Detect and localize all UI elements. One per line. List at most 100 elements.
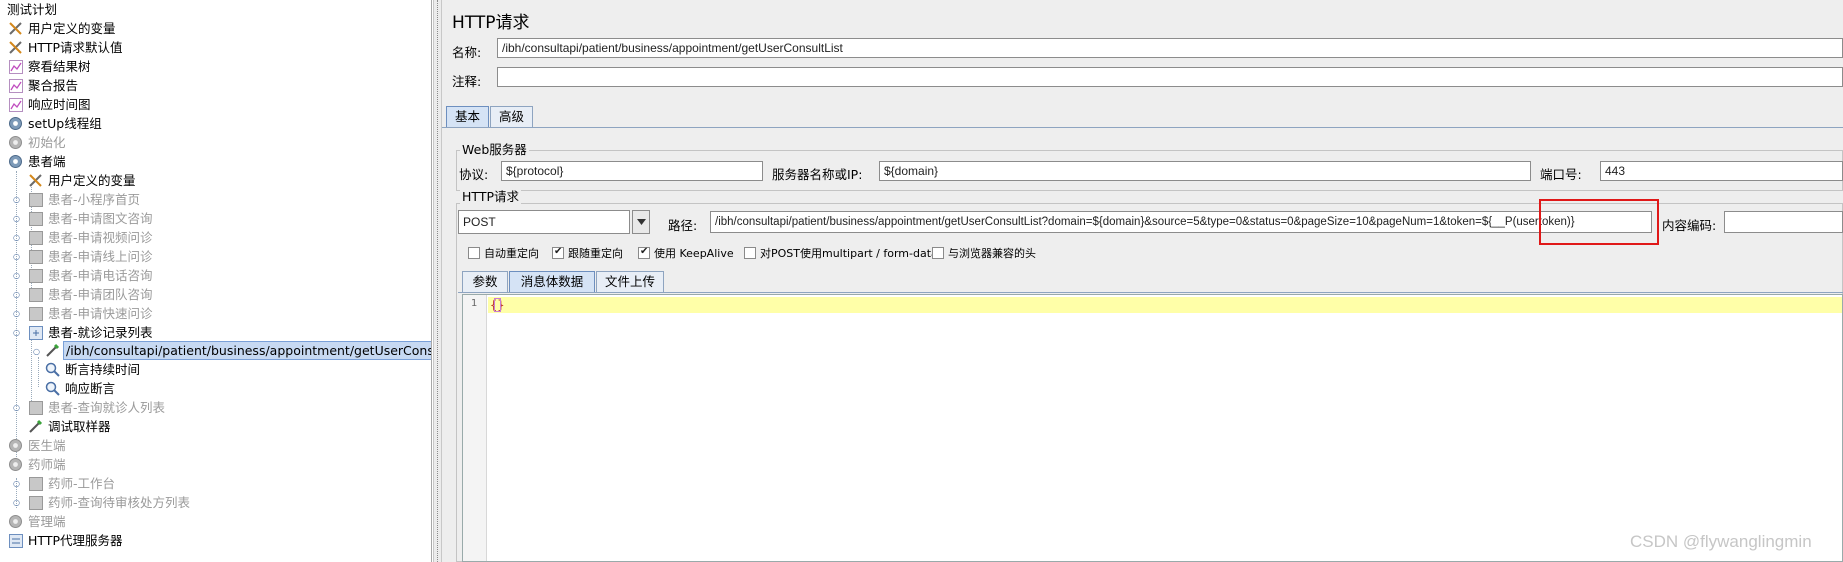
comment-label: 注释: [452, 74, 482, 89]
tree-node-controller[interactable]: 患者-申请团队咨询 [27, 285, 155, 304]
tab-parameters[interactable]: 参数 [462, 271, 508, 292]
web-server-group-title: Web服务器 [460, 142, 529, 157]
tree-node-admin-group[interactable]: 管理端 [7, 512, 68, 531]
expand-toggle-icon[interactable]: ○ [12, 404, 21, 413]
path-field[interactable]: /ibh/consultapi/patient/business/appoint… [710, 211, 1652, 233]
checkbox-box [552, 246, 564, 259]
tree-node-controller[interactable]: 患者-查询就诊人列表 [27, 398, 167, 417]
tree-node-label: 响应断言 [65, 381, 116, 396]
tab-advanced[interactable]: 高级 [490, 106, 533, 127]
port-field[interactable]: 443 [1600, 161, 1843, 181]
tree-node-http-defaults[interactable]: HTTP请求默认值 [7, 38, 125, 57]
tree-node-label: 管理端 [28, 514, 66, 529]
controller-icon [27, 230, 44, 246]
tree-node-controller[interactable]: 患者-小程序首页 [27, 190, 142, 209]
tree-node-label: 患者-就诊记录列表 [48, 325, 153, 340]
tree-node-label: 患者-申请快速问诊 [48, 306, 153, 321]
tree-node-label: HTTP代理服务器 [28, 533, 123, 548]
tree-node-controller[interactable]: 患者-申请线上问诊 [27, 247, 155, 266]
tree-node-controller[interactable]: 药师-查询待审核处方列表 [27, 493, 192, 512]
follow-redirect-checkbox[interactable]: 跟随重定向 [552, 245, 623, 261]
tree-node-duration-assertion[interactable]: 断言持续时间 [44, 360, 142, 379]
expand-toggle-icon[interactable]: ○ [32, 348, 41, 357]
tree-node-doctor-group[interactable]: 医生端 [7, 436, 68, 455]
wrench-icon [27, 173, 44, 189]
tree-node-patient-user-vars[interactable]: 用户定义的变量 [27, 171, 138, 190]
tree-node-label: /ibh/consultapi/patient/business/appoint… [63, 341, 431, 360]
tab-body-data[interactable]: 消息体数据 [509, 271, 595, 292]
controller-icon [27, 249, 44, 265]
tree-node-label: 患者-申请视频问诊 [48, 230, 153, 245]
method-dropdown-button[interactable] [632, 210, 650, 234]
controller-icon [27, 306, 44, 322]
comment-field[interactable] [497, 67, 1843, 87]
browser-headers-checkbox[interactable]: 与浏览器兼容的头 [932, 245, 1036, 261]
tree-node-setup-thread-group[interactable]: setUp线程组 [7, 114, 104, 133]
expand-toggle-icon[interactable]: ○ [12, 215, 21, 224]
tree-node-label: setUp线程组 [28, 116, 102, 131]
tree-node-label: 医生端 [28, 438, 66, 453]
body-tab-strip-border [458, 292, 1843, 293]
collapse-toggle-icon[interactable]: ○ [12, 329, 21, 338]
method-select[interactable]: POST [458, 210, 630, 234]
port-label: 端口号: [1540, 167, 1582, 182]
tree-node-user-vars[interactable]: 用户定义的变量 [7, 19, 118, 38]
gear-icon [7, 116, 24, 132]
expand-toggle-icon[interactable]: ○ [12, 253, 21, 262]
tree-node-controller[interactable]: 患者-申请快速问诊 [27, 304, 155, 323]
name-field[interactable]: /ibh/consultapi/patient/business/appoint… [497, 38, 1843, 58]
tree-node-test-plan[interactable]: 测试计划 [5, 0, 59, 19]
tree-node-controller[interactable]: 患者-申请视频问诊 [27, 228, 155, 247]
encoding-field[interactable] [1724, 211, 1843, 233]
expand-toggle-icon[interactable]: ○ [12, 310, 21, 319]
tab-file-upload[interactable]: 文件上传 [596, 271, 664, 292]
controller-icon [27, 211, 44, 227]
checkbox-label: 自动重定向 [484, 247, 539, 260]
tree-node-response-time-graph[interactable]: 响应时间图 [7, 95, 93, 114]
tree-node-debug-sampler[interactable]: 调试取样器 [27, 417, 113, 436]
tree-node-label: 患者-申请团队咨询 [48, 287, 153, 302]
checkbox-label: 使用 KeepAlive [654, 247, 734, 260]
controller-icon [27, 287, 44, 303]
expand-toggle-icon[interactable]: ○ [12, 196, 21, 205]
gear-icon [7, 457, 24, 473]
tab-basic[interactable]: 基本 [446, 106, 489, 127]
tree-node-controller[interactable]: 患者-申请图文咨询 [27, 209, 155, 228]
expand-toggle-icon[interactable]: ○ [12, 499, 21, 508]
keepalive-checkbox[interactable]: 使用 KeepAlive [638, 245, 734, 261]
protocol-field[interactable]: ${protocol} [501, 161, 763, 181]
tree-node-http-sampler[interactable]: /ibh/consultapi/patient/business/appoint… [44, 341, 431, 360]
tree-node-label: 患者-查询就诊人列表 [48, 400, 166, 415]
multipart-checkbox[interactable]: 对POST使用multipart / form-data [744, 245, 938, 261]
controller-icon [27, 268, 44, 284]
tree-node-results-tree[interactable]: 察看结果树 [7, 57, 93, 76]
encoding-label: 内容编码: [1662, 218, 1717, 233]
tree-node-http-proxy[interactable]: HTTP代理服务器 [7, 531, 125, 550]
expand-toggle-icon[interactable]: ○ [12, 480, 21, 489]
tree-line [38, 357, 39, 387]
expand-toggle-icon[interactable]: ○ [12, 234, 21, 243]
tree-node-response-assertion[interactable]: 响应断言 [44, 379, 117, 398]
checkbox-label: 与浏览器兼容的头 [948, 247, 1036, 260]
tree-node-patient-group[interactable]: 患者端 [7, 152, 68, 171]
expand-toggle-icon[interactable]: ○ [12, 272, 21, 281]
tree-node-init[interactable]: 初始化 [7, 133, 68, 152]
test-plan-tree[interactable]: 测试计划 用户定义的变量 HTTP请求默认值 察看结果树 聚合报告 响应时间图 … [0, 0, 432, 562]
expand-toggle-icon[interactable]: ○ [12, 291, 21, 300]
tree-node-pharmacist-group[interactable]: 药师端 [7, 455, 68, 474]
http-request-group-title: HTTP请求 [460, 189, 521, 204]
checkbox-box [468, 247, 480, 259]
tree-node-controller[interactable]: 药师-工作台 [27, 474, 117, 493]
server-field[interactable]: ${domain} [879, 161, 1531, 181]
tree-node-visit-records[interactable]: 患者-就诊记录列表 [27, 323, 155, 342]
body-editor[interactable]: 1 {} [462, 294, 1843, 562]
tree-node-controller[interactable]: 患者-申请电话咨询 [27, 266, 155, 285]
chart-listener-icon [7, 78, 24, 94]
tree-node-label: 患者-申请图文咨询 [48, 211, 153, 226]
method-value: POST [463, 215, 496, 229]
tree-node-label: 初始化 [28, 135, 66, 150]
panel-splitter[interactable] [433, 0, 442, 562]
auto-redirect-checkbox[interactable]: 自动重定向 [468, 245, 539, 261]
tree-node-aggregate-report[interactable]: 聚合报告 [7, 76, 80, 95]
checkbox-label: 跟随重定向 [568, 247, 623, 260]
